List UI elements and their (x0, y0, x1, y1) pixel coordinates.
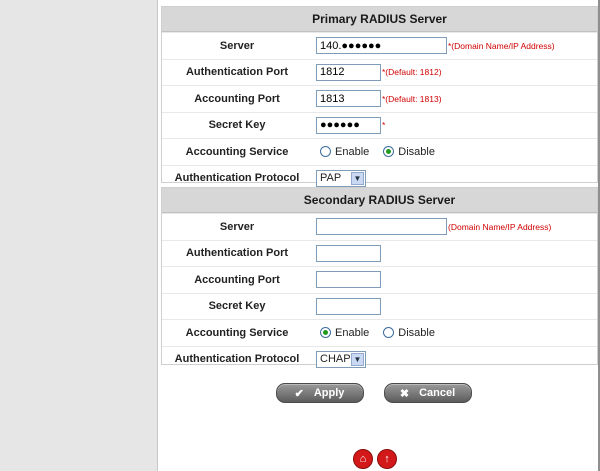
primary-acct-disable-radio[interactable] (383, 146, 395, 158)
secondary-server-label: Server (219, 220, 255, 233)
up-arrow-icon[interactable]: ↑ (377, 449, 397, 469)
primary-server-input[interactable] (316, 37, 447, 55)
secondary-acct-enable-radio[interactable] (320, 327, 331, 339)
secondary-radius-title: Secondary RADIUS Server (162, 188, 597, 213)
primary-auth-port-input[interactable] (316, 63, 381, 81)
chevron-down-icon[interactable]: ▼ (351, 352, 364, 366)
primary-auth-port-row: Authentication Port *(Default: 1812) (162, 58, 597, 86)
primary-acct-disable-label: Disable (398, 145, 435, 158)
secondary-acct-port-label: Accounting Port (194, 273, 280, 286)
primary-secret-hint: * (382, 120, 386, 131)
secondary-protocol-row: Authentication Protocol CHAP ▼ (162, 345, 597, 373)
apply-button[interactable]: ✔ Apply (275, 383, 364, 403)
check-icon: ✔ (294, 387, 304, 400)
secondary-secret-input[interactable] (316, 297, 381, 315)
main-content: Primary RADIUS Server Server *(Domain Na… (157, 0, 599, 471)
primary-secret-input[interactable] (316, 116, 381, 134)
secondary-acct-service-label: Accounting Service (185, 326, 289, 339)
secondary-protocol-label: Authentication Protocol (174, 353, 300, 366)
secondary-auth-port-row: Authentication Port (162, 239, 597, 267)
primary-acct-port-input[interactable] (316, 90, 381, 108)
cancel-button[interactable]: ✖ Cancel (383, 383, 472, 403)
primary-server-hint: *(Domain Name/IP Address) (448, 40, 555, 51)
secondary-secret-label: Secret Key (208, 300, 266, 313)
cancel-label: Cancel (419, 387, 456, 399)
secondary-acct-port-input[interactable] (316, 271, 381, 289)
primary-acct-enable-radio[interactable] (320, 146, 331, 158)
primary-protocol-value: PAP (320, 172, 342, 185)
secondary-acct-disable-radio[interactable] (383, 327, 395, 339)
secondary-acct-port-row: Accounting Port (162, 266, 597, 293)
left-gutter (0, 0, 157, 471)
secondary-protocol-select[interactable]: CHAP ▼ (316, 350, 366, 368)
primary-radius-panel: Primary RADIUS Server Server *(Domain Na… (161, 6, 598, 187)
chevron-down-icon[interactable]: ▼ (351, 171, 364, 185)
home-icon[interactable]: ⌂ (353, 449, 373, 469)
secondary-auth-port-label: Authentication Port (185, 247, 289, 260)
secondary-acct-disable-label: Disable (398, 326, 435, 339)
action-buttons: ✔ Apply ✖ Cancel (158, 383, 599, 403)
secondary-secret-row: Secret Key (162, 292, 597, 320)
primary-auth-port-label: Authentication Port (185, 66, 289, 79)
secondary-protocol-value: CHAP (320, 353, 351, 366)
secondary-server-hint: (Domain Name/IP Address) (448, 221, 552, 232)
secondary-server-row: Server (Domain Name/IP Address) (162, 213, 597, 240)
primary-radius-title: Primary RADIUS Server (162, 7, 597, 32)
primary-auth-port-hint: *(Default: 1812) (382, 67, 442, 78)
primary-acct-enable-label: Enable (335, 145, 370, 158)
secondary-acct-enable-label: Enable (335, 326, 370, 339)
primary-acct-port-label: Accounting Port (194, 92, 280, 105)
primary-acct-service-label: Accounting Service (185, 145, 289, 158)
secondary-acct-service-row: Accounting Service Enable Disable (162, 319, 597, 346)
primary-acct-service-row: Accounting Service Enable Disable (162, 138, 597, 165)
primary-secret-label: Secret Key (208, 119, 266, 132)
primary-secret-row: Secret Key * (162, 111, 597, 139)
primary-server-row: Server *(Domain Name/IP Address) (162, 32, 597, 59)
primary-acct-port-row: Accounting Port *(Default: 1813) (162, 85, 597, 112)
secondary-radius-panel: Secondary RADIUS Server Server (Domain N… (161, 187, 598, 368)
close-icon: ✖ (399, 387, 410, 400)
secondary-server-input[interactable] (316, 218, 447, 236)
primary-protocol-select[interactable]: PAP ▼ (316, 169, 366, 187)
primary-server-label: Server (219, 39, 255, 52)
secondary-auth-port-input[interactable] (316, 244, 381, 262)
apply-label: Apply (313, 387, 345, 399)
primary-acct-port-hint: *(Default: 1813) (382, 93, 442, 104)
bottom-nav: ⌂ ↑ (353, 449, 397, 469)
